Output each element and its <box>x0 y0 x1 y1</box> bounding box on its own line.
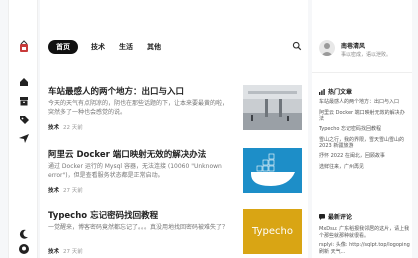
github-icon[interactable] <box>18 243 30 255</box>
archive-icon[interactable] <box>18 95 30 107</box>
profile-desc: 事以密成，语以泄败。 <box>341 52 392 58</box>
hot-posts-heading: 热门文章 <box>319 87 352 96</box>
list-item[interactable]: MxDsu: 广东稻报我邻居的这片，请上我个那些就那种就很看。 <box>319 226 411 239</box>
post-excerpt: 通过 Docker 运行的 Mysql 容器，无法连接 (10060 "Unkn… <box>48 163 222 179</box>
tab-other[interactable]: 其他 <box>146 40 162 54</box>
post-meta: 技术 22 天前 <box>48 123 83 131</box>
profile-card: 南巷清风 事以密成，语以泄败。 <box>319 40 409 66</box>
post-meta: 技术 27 天前 <box>48 247 83 255</box>
latest-comments-heading: 最新评论 <box>319 212 352 221</box>
avatar[interactable] <box>319 40 335 56</box>
post-card[interactable]: Typecho 忘记密码找回教程 一觉醒来，博客密码竟然都忘记了。。。真没用地找… <box>48 209 302 257</box>
divider <box>312 72 412 73</box>
post-excerpt: 今天的天气有点阴凉的，阴也在那些话题的下，让本来要最黄的啦，突然多了一种也会感觉… <box>48 100 229 116</box>
post-title[interactable]: Typecho 忘记密码找回教程 <box>48 209 158 221</box>
main-content: 首页 技术 生活 其他 车站最感人的两个地方：出口与入口 今天的天气有点阴凉的，… <box>40 0 308 258</box>
home-icon[interactable] <box>18 76 30 88</box>
tab-tech[interactable]: 技术 <box>90 40 106 54</box>
list-item[interactable]: 阿里云 Docker 端口映射无效的解决办法 <box>319 110 409 122</box>
typecho-logo-text: Typecho <box>252 226 293 237</box>
tag-icon[interactable] <box>18 114 30 126</box>
latest-comments-list: MxDsu: 广东稻报我邻居的这片，请上我个那些就那种就很看。 rsplyi: … <box>319 226 411 258</box>
tab-home[interactable]: 首页 <box>48 40 78 54</box>
post-excerpt: 一觉醒来，博客密码竟然都忘记了。。。真没用地找回密码被难失了？ <box>48 224 229 231</box>
post-thumbnail[interactable] <box>243 148 302 193</box>
station-image <box>243 85 302 130</box>
list-item[interactable]: Typecho 忘记密码找回教程 <box>319 126 409 132</box>
post-category[interactable]: 技术 <box>48 249 59 255</box>
hot-posts-list: 车站最感人的两个地方：出口与入口 阿里云 Docker 端口映射无效的解决办法 … <box>319 99 409 174</box>
list-item[interactable]: 抒怀 2022 在闽北，回顾故事 <box>319 153 409 159</box>
list-item[interactable]: 雪山之行，我的界限，雪天雪山雪山的2023 新疆旅游 <box>319 137 409 149</box>
post-card[interactable]: 阿里云 Docker 端口映射无效的解决办法 通过 Docker 运行的 Mys… <box>48 148 302 196</box>
post-title[interactable]: 阿里云 Docker 端口映射无效的解决办法 <box>48 148 206 160</box>
send-icon[interactable] <box>18 132 30 144</box>
list-item[interactable]: 车站最感人的两个地方：出口与入口 <box>319 99 409 105</box>
logo-icon[interactable] <box>17 40 31 54</box>
post-category[interactable]: 技术 <box>48 125 59 131</box>
tab-life[interactable]: 生活 <box>118 40 134 54</box>
post-time: 27 天前 <box>63 249 83 255</box>
post-thumbnail[interactable] <box>243 85 302 130</box>
post-time: 27 天前 <box>63 188 83 194</box>
post-title[interactable]: 车站最感人的两个地方：出口与入口 <box>48 85 184 97</box>
comment-icon <box>319 213 325 220</box>
search-icon[interactable] <box>292 41 302 51</box>
category-tabs: 首页 技术 生活 其他 <box>48 40 162 54</box>
icon-sidebar <box>8 0 38 258</box>
profile-name: 南巷清风 <box>341 43 366 50</box>
moon-icon[interactable] <box>18 228 30 240</box>
post-time: 22 天前 <box>63 125 83 131</box>
list-item[interactable]: 选鲜往来，广州再见 <box>319 164 409 170</box>
list-item[interactable]: rsplyi: 头像: http://sqlpt.top/logoping刷新 … <box>319 242 411 255</box>
docker-image <box>243 148 302 193</box>
chart-icon <box>319 88 325 95</box>
post-category[interactable]: 技术 <box>48 188 59 194</box>
post-meta: 技术 27 天前 <box>48 186 83 194</box>
post-card[interactable]: 车站最感人的两个地方：出口与入口 今天的天气有点阴凉的，阴也在那些话题的下，让本… <box>48 85 302 133</box>
post-thumbnail[interactable]: Typecho <box>243 209 302 254</box>
right-sidebar: 南巷清风 事以密成，语以泄败。 热门文章 车站最感人的两个地方：出口与入口 阿里… <box>312 0 412 258</box>
